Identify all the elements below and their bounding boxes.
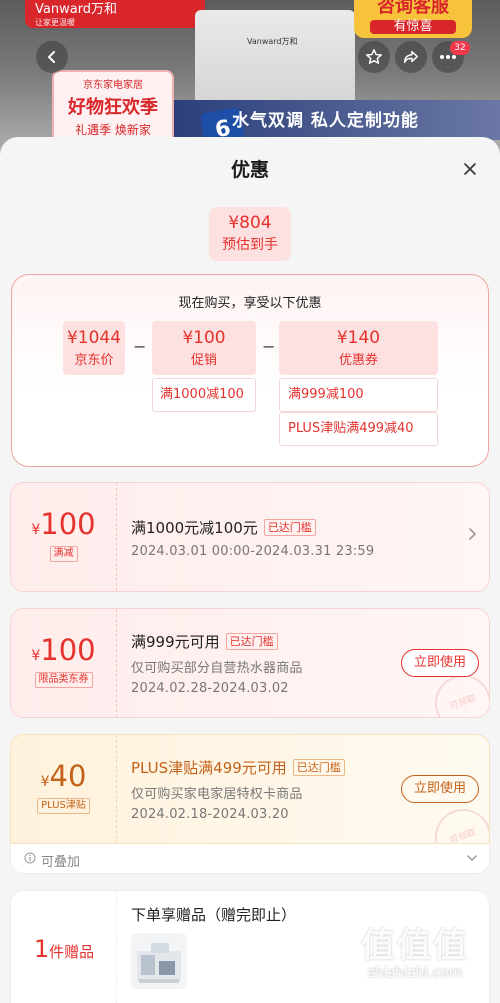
promotion-card-full-reduction[interactable]: ¥100 满减 满1000元减100元 已达门槛 2024.03.01 00:00…	[10, 482, 490, 592]
minus-sign: −	[133, 337, 147, 356]
use-now-button[interactable]: 立即使用	[401, 775, 479, 803]
promo-sub: 礼遇季 焕新家	[75, 123, 151, 137]
jd-price-value: ¥1044	[66, 328, 122, 348]
jd-price-chip: ¥1044 京东价	[63, 321, 125, 375]
service-banner[interactable]: 咨询客服 有惊喜	[354, 0, 472, 38]
coupon-amount-area: ¥40 PLUS津贴	[11, 735, 117, 843]
coupon-validity: 2024.03.01 00:00-2024.03.31 23:59	[131, 544, 375, 559]
coupon-type-tag: PLUS津贴	[37, 798, 90, 814]
claimable-stamp: 可领取	[427, 801, 489, 843]
feature-text: 水气双调 私人定制功能	[232, 111, 419, 131]
promo-value: ¥100	[182, 328, 226, 348]
stackable-row[interactable]: 可叠加	[10, 844, 490, 874]
coupon-card-category: ¥100 限品类东券 满999元可用 已达门槛 仅可购买部分自营热水器商品 202…	[10, 608, 490, 718]
gift-thumbnail[interactable]	[131, 933, 187, 989]
minus-sign: −	[262, 337, 276, 356]
estimated-price: ¥804 预估到手	[209, 207, 291, 261]
brand-logo: Vanward万和 让家更温暖	[25, 0, 205, 28]
price-breakdown: 现在购买，享受以下优惠 ¥1044 京东价 − ¥100 促销 − ¥140 优…	[11, 274, 489, 467]
message-count-badge: 32	[450, 41, 470, 55]
coupon-type-tag: 限品类东券	[34, 672, 93, 688]
gift-product-image	[137, 943, 181, 983]
promo-store: 京东家电家居	[83, 80, 143, 91]
brand-slogan: 让家更温暖	[35, 18, 75, 27]
jd-price-label: 京东价	[74, 353, 114, 368]
star-icon	[366, 49, 382, 65]
coupon-type-tag: 满减	[49, 546, 78, 562]
coupon-card-plus: ¥40 PLUS津贴 PLUS津贴满499元可用 已达门槛 仅可购买家电家居特权卡…	[10, 734, 490, 844]
estimated-price-value: ¥804	[228, 213, 272, 233]
close-button[interactable]	[458, 157, 482, 181]
close-icon	[464, 163, 476, 175]
coupon-amount-area: ¥100 限品类东券	[11, 609, 117, 717]
chevron-right-icon[interactable]	[467, 527, 477, 541]
gift-title: 下单享赠品（赠完即止）	[131, 906, 297, 924]
device-brand: Vanward万和	[247, 37, 298, 46]
coupon-detail: PLUS津贴满499减40	[279, 412, 438, 446]
use-now-button[interactable]: 立即使用	[401, 649, 479, 677]
chevron-down-icon	[467, 855, 477, 862]
coupon-validity: 2024.02.28-2024.03.02	[131, 681, 289, 696]
brand-name: Vanward万和	[35, 2, 118, 17]
coupon-title: PLUS津贴满499元可用 已达门槛	[131, 757, 345, 778]
coupon-scope: 仅可购买部分自营热水器商品	[131, 661, 303, 676]
watermark-logo: 值值值	[361, 926, 469, 966]
service-sub: 有惊喜	[370, 20, 456, 34]
chevron-left-icon	[47, 51, 55, 63]
watermark-url: zhizhizhi.com	[367, 965, 463, 981]
stackable-label: 可叠加	[41, 855, 81, 870]
back-button[interactable]	[36, 41, 68, 73]
coupon-detail: 满999减100	[279, 378, 438, 412]
promo-chip: ¥100 促销	[152, 321, 256, 375]
estimated-price-label: 预估到手	[222, 237, 278, 253]
coupon-chip: ¥140 优惠券	[279, 321, 438, 375]
service-title: 咨询客服	[377, 0, 449, 17]
discount-sheet: 优惠 ¥804 预估到手 现在购买，享受以下优惠 ¥1044 京东价 − ¥10…	[0, 137, 500, 1003]
share-icon	[403, 50, 419, 64]
gift-count: 1件赠品	[33, 935, 95, 963]
coupon-amount-area: ¥100 满减	[11, 483, 117, 591]
promo-title: 好物狂欢季	[68, 97, 158, 118]
coupon-value: ¥140	[336, 328, 381, 348]
more-dots-icon	[440, 55, 456, 59]
product-hero: Vanward万和 让家更温暖 Vanward万和 咨询客服 有惊喜 6 水气双…	[0, 0, 500, 160]
coupon-title: 满1000元减100元 已达门槛	[131, 517, 316, 538]
site-watermark: 值值值 zhizhizhi.com	[340, 918, 490, 981]
coupon-label: 优惠券	[338, 353, 378, 368]
sheet-title: 优惠	[230, 159, 269, 181]
favorite-button[interactable]	[358, 41, 390, 73]
promo-label: 促销	[190, 353, 217, 368]
coupon-amount: ¥40	[40, 759, 87, 793]
coupon-amount: ¥100	[31, 507, 96, 541]
threshold-badge: 已达门槛	[292, 759, 345, 776]
coupon-validity: 2024.02.18-2024.03.20	[131, 807, 289, 822]
threshold-badge: 已达门槛	[263, 519, 316, 536]
promo-detail: 满1000减100	[152, 378, 256, 412]
gift-count-area: 1件赠品	[11, 891, 117, 1003]
coupon-amount: ¥100	[31, 633, 96, 667]
share-button[interactable]	[395, 41, 427, 73]
info-icon	[24, 852, 36, 864]
coupon-title: 满999元可用 已达门槛	[131, 631, 278, 652]
coupon-scope: 仅可购买家电家居特权卡商品	[131, 787, 303, 802]
breakdown-title: 现在购买，享受以下优惠	[178, 296, 322, 311]
threshold-badge: 已达门槛	[225, 633, 278, 650]
